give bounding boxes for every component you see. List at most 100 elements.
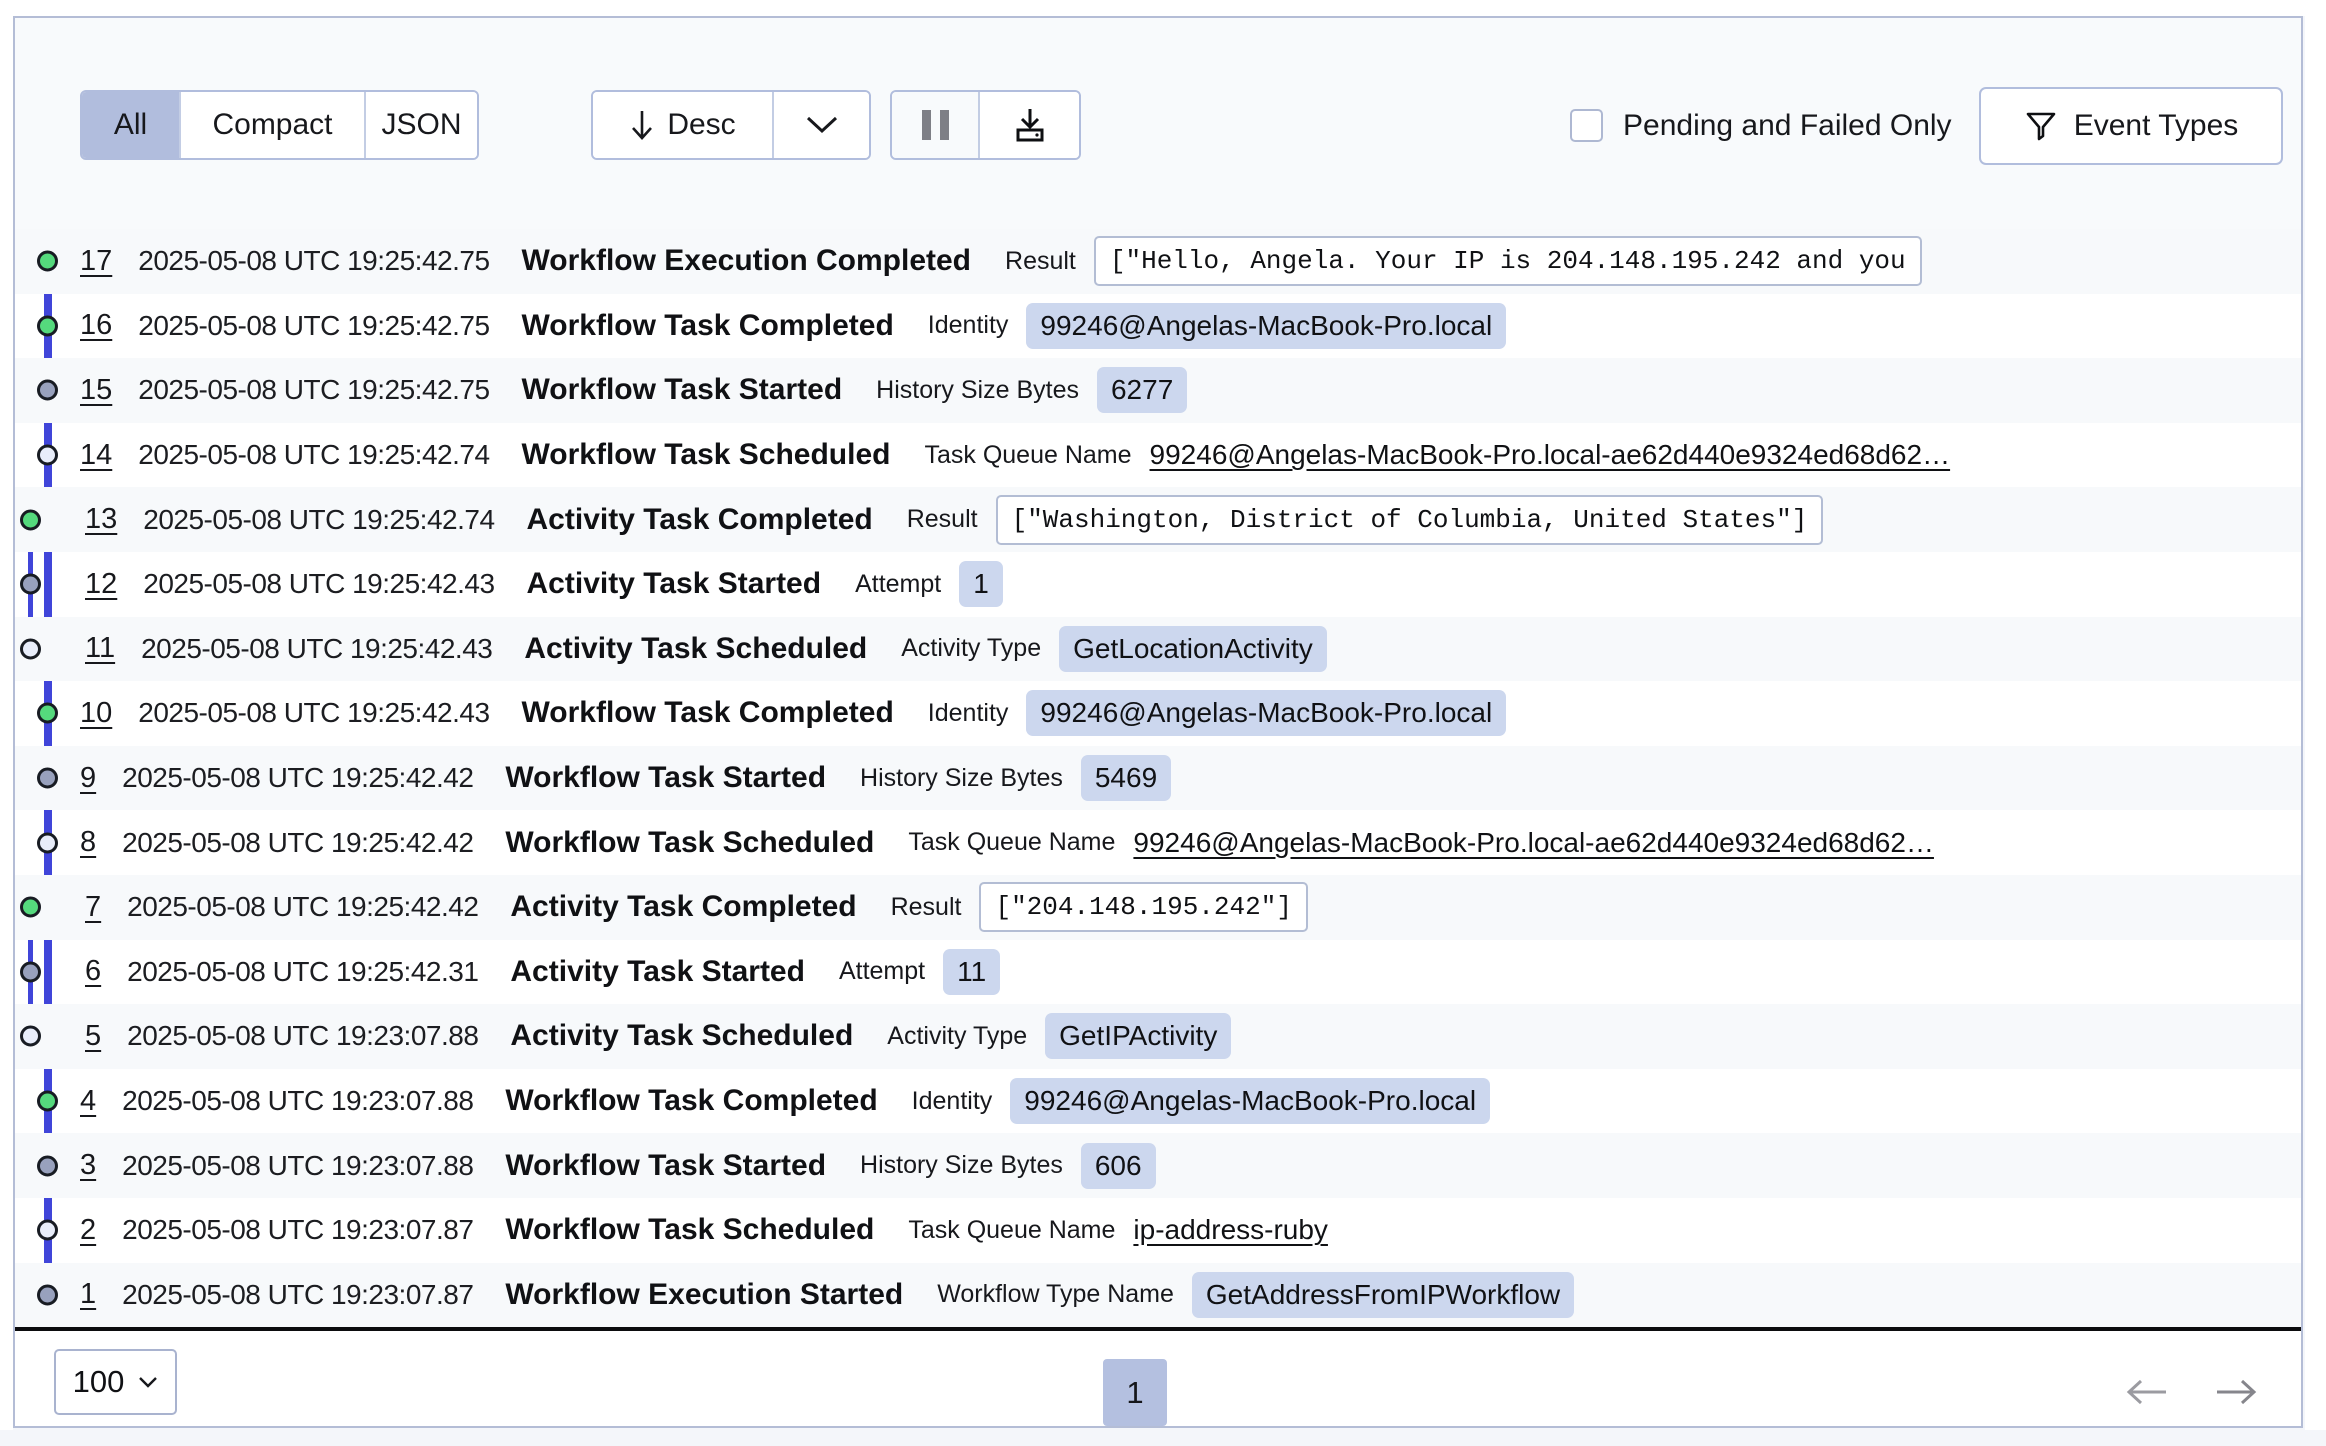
arrow-down-icon [629, 108, 655, 142]
event-row[interactable]: 162025-05-08 UTC 19:25:42.75Workflow Tas… [15, 294, 2301, 359]
page-size-value: 100 [73, 1364, 125, 1400]
event-attr-label: Workflow Type Name [937, 1280, 1174, 1309]
event-attr-label: Attempt [855, 570, 941, 599]
event-name: Workflow Task Started [522, 373, 843, 407]
event-name: Workflow Task Completed [522, 696, 894, 730]
event-row[interactable]: 82025-05-08 UTC 19:25:42.42Workflow Task… [15, 810, 2301, 875]
event-row[interactable]: 172025-05-08 UTC 19:25:42.75Workflow Exe… [15, 229, 2301, 294]
event-attr-label: Result [891, 893, 962, 922]
event-attr-label: History Size Bytes [876, 376, 1079, 405]
event-name: Activity Task Completed [510, 890, 856, 924]
event-row[interactable]: 14 2025-05-08 UTC 19:25:42.74 Workflow Tas… [15, 423, 2301, 488]
event-id-link[interactable]: 11 [85, 632, 115, 665]
event-history-screen: AllCompactJSON Desc [0, 0, 2326, 1446]
event-id-link[interactable]: 15 [80, 374, 112, 407]
download-icon [1010, 105, 1050, 145]
event-types-label: Event Types [2074, 109, 2239, 143]
event-attr-value: GetAddressFromIPWorkflow [1192, 1272, 1574, 1318]
event-row[interactable]: 132025-05-08 UTC 19:25:42.74Activity Tas… [15, 487, 2301, 552]
event-attr-label: History Size Bytes [860, 1151, 1063, 1180]
filter-funnel-icon [2024, 109, 2058, 143]
chevron-down-icon [805, 115, 839, 135]
event-id-link[interactable]: 12 [85, 568, 117, 601]
sort-desc-button[interactable]: Desc [593, 92, 772, 158]
page-right-strip [2305, 0, 2326, 1430]
event-attr-value: 1 [959, 561, 1003, 607]
view-tab-compact[interactable]: Compact [179, 92, 364, 158]
event-status-dot [20, 897, 41, 918]
event-row[interactable]: 152025-05-08 UTC 19:25:42.75Workflow Tas… [15, 358, 2301, 423]
event-attr-value[interactable]: ip-address-ruby [1133, 1214, 1328, 1246]
event-row[interactable]: 122025-05-08 UTC 19:25:42.43Activity Tas… [15, 552, 2301, 617]
event-attr-label: Attempt [839, 957, 925, 986]
previous-page-arrow[interactable] [2124, 1377, 2170, 1407]
event-id-link[interactable]: 3 [80, 1149, 96, 1182]
event-attr-label: Task Queue Name [924, 441, 1131, 470]
event-attr-value: ["Hello, Angela. Your IP is 204.148.195.… [1094, 236, 1922, 286]
event-row[interactable]: 52025-05-08 UTC 19:23:07.88Activity Task… [15, 1004, 2301, 1069]
event-id-link[interactable]: 8 [80, 826, 96, 859]
page-size-select[interactable]: 100 [54, 1349, 177, 1415]
event-types-button[interactable]: Event Types [1979, 87, 2283, 165]
current-page-button[interactable]: 1 [1103, 1359, 1167, 1426]
pause-button[interactable] [892, 92, 978, 158]
event-attr-value: 5469 [1081, 755, 1171, 801]
event-status-dot [37, 832, 58, 853]
event-id-link[interactable]: 17 [80, 245, 112, 278]
event-row[interactable]: 7 2025-05-08 UTC 19:25:42.42 Activity Task… [15, 875, 2301, 940]
next-page-arrow[interactable] [2213, 1377, 2259, 1407]
event-id-link[interactable]: 5 [85, 1020, 101, 1053]
event-attr-value[interactable]: 99246@Angelas-MacBook-Pro.local-ae62d440… [1150, 439, 1951, 471]
event-timestamp: 2025-05-08 UTC 19:25:42.43 [143, 568, 494, 600]
event-name: Activity Task Started [510, 955, 805, 989]
event-id-link[interactable]: 2 [80, 1214, 96, 1247]
event-id-link[interactable]: 7 [85, 891, 101, 924]
event-row[interactable]: 22025-05-08 UTC 19:23:07.87Workflow Task… [15, 1198, 2301, 1263]
event-status-dot [20, 574, 41, 595]
event-timestamp: 2025-05-08 UTC 19:25:42.75 [138, 310, 489, 342]
event-name: Workflow Execution Completed [522, 244, 972, 278]
event-attr-value: 606 [1081, 1143, 1156, 1189]
event-attr-value[interactable]: 99246@Angelas-MacBook-Pro.local-ae62d440… [1133, 827, 1934, 859]
event-name: Workflow Task Scheduled [505, 826, 874, 860]
event-id-link[interactable]: 9 [80, 762, 96, 795]
event-attr-value: 6277 [1097, 367, 1187, 413]
view-tab-all[interactable]: All [82, 92, 179, 158]
event-attr-label: Identity [928, 311, 1009, 340]
event-attr-value: ["Washington, District of Columbia, Unit… [996, 495, 1824, 545]
event-status-dot [37, 1091, 58, 1112]
event-row[interactable]: 12025-05-08 UTC 19:23:07.87Workflow Exec… [15, 1263, 2301, 1328]
event-name: Activity Task Scheduled [524, 632, 867, 666]
event-timestamp: 2025-05-08 UTC 19:25:42.74 [138, 439, 489, 471]
event-id-link[interactable]: 4 [80, 1085, 96, 1118]
stream-download-control [890, 90, 1081, 160]
event-row[interactable]: 32025-05-08 UTC 19:23:07.88Workflow Task… [15, 1133, 2301, 1198]
sort-desc-label: Desc [667, 108, 735, 142]
event-row[interactable]: 62025-05-08 UTC 19:25:42.31Activity Task… [15, 940, 2301, 1005]
pending-failed-checkbox[interactable] [1570, 109, 1603, 142]
chevron-down-icon [138, 1376, 158, 1389]
event-attr-value: ["204.148.195.242"] [979, 882, 1307, 932]
page-top-strip [0, 0, 2326, 16]
event-id-link[interactable]: 14 [80, 439, 112, 472]
event-timestamp: 2025-05-08 UTC 19:25:42.42 [127, 891, 478, 923]
event-id-link[interactable]: 13 [85, 503, 117, 536]
view-tab-json[interactable]: JSON [364, 92, 477, 158]
event-attr-label: Result [1005, 247, 1076, 276]
event-status-dot [37, 768, 58, 789]
event-row[interactable]: 112025-05-08 UTC 19:25:42.43Activity Tas… [15, 617, 2301, 682]
event-status-dot [20, 1026, 41, 1047]
event-id-link[interactable]: 1 [80, 1278, 96, 1311]
sort-options-dropdown-button[interactable] [772, 92, 869, 158]
event-row[interactable]: 92025-05-08 UTC 19:25:42.42Workflow Task… [15, 746, 2301, 811]
pause-icon [922, 110, 949, 140]
event-id-link[interactable]: 16 [80, 309, 112, 342]
event-row[interactable]: 102025-05-08 UTC 19:25:42.43Workflow Tas… [15, 681, 2301, 746]
event-status-dot [20, 961, 41, 982]
download-button[interactable] [978, 92, 1079, 158]
event-timestamp: 2025-05-08 UTC 19:23:07.88 [122, 1150, 473, 1182]
event-row[interactable]: 42025-05-08 UTC 19:23:07.88Workflow Task… [15, 1069, 2301, 1134]
event-name: Workflow Task Scheduled [522, 438, 891, 472]
event-id-link[interactable]: 6 [85, 955, 101, 988]
event-id-link[interactable]: 10 [80, 697, 112, 730]
